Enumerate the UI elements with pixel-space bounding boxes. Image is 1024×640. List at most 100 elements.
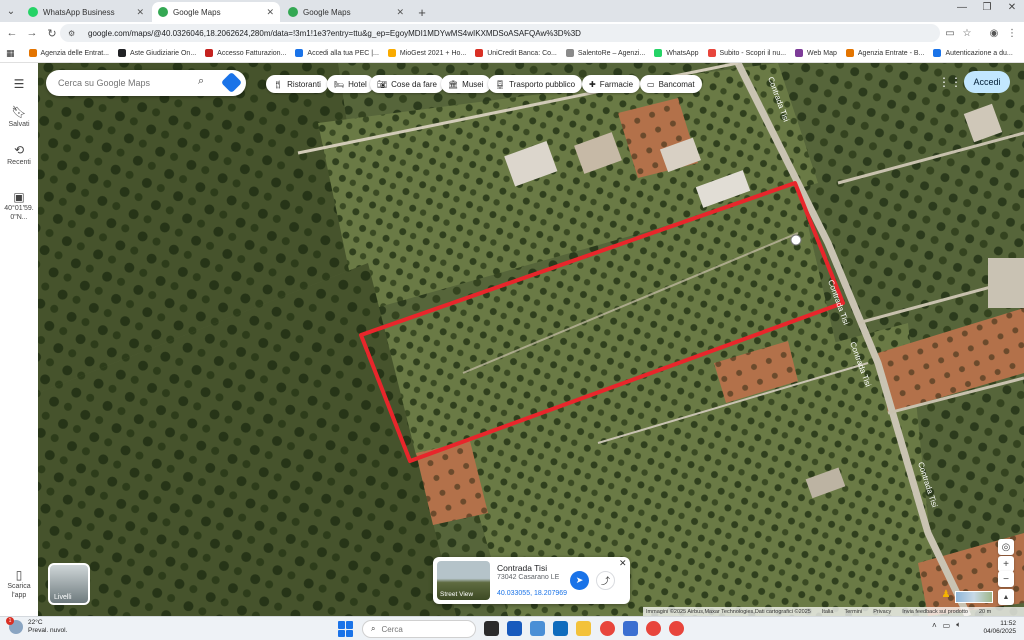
bookmark-salentore[interactable]: SalentoRe – Agenzi... [565, 49, 645, 57]
search-icon[interactable]: ⌕ [198, 75, 204, 88]
pegman-icon[interactable]: ♟ [940, 589, 952, 603]
teams-icon[interactable] [530, 621, 545, 636]
taskbar-search[interactable]: ⌕ [362, 620, 476, 638]
file-explorer-icon[interactable] [576, 621, 591, 636]
windows-start-icon[interactable] [338, 621, 354, 637]
close-tab-icon[interactable]: ✕ [136, 7, 144, 18]
chrome-icon[interactable] [646, 621, 661, 636]
directions-button[interactable]: ➤ [570, 571, 589, 590]
weather-temp: 22°C [28, 619, 43, 626]
volume-icon[interactable]: 🔈︎ [956, 620, 961, 630]
calculator-icon[interactable] [623, 621, 638, 636]
cloud-icon: 1 [6, 617, 23, 634]
satellite-imagery[interactable]: Contrada Tisi Contrada Tisi Contrada Tis… [38, 63, 1024, 616]
street-view-thumbnail[interactable]: Street View [437, 561, 490, 600]
place-marker-icon[interactable] [790, 234, 802, 246]
bookmark-miogest[interactable]: MioGest 2021 + Ho... [387, 49, 467, 57]
share-button[interactable]: ⤴ [596, 571, 615, 590]
bookmark-agenzia-entrate-b[interactable]: Agenzia Entrate - B... [845, 49, 924, 57]
directions-icon[interactable] [220, 71, 243, 94]
tab-search-chevron-icon[interactable]: ⌄ [0, 0, 22, 22]
close-tab-icon[interactable]: ✕ [266, 7, 274, 18]
outlook-icon[interactable] [553, 621, 568, 636]
close-window-icon[interactable]: ✕ [1000, 2, 1024, 13]
share-icon: ⤴ [600, 576, 610, 586]
task-view-icon[interactable] [484, 621, 499, 636]
chip-hotel[interactable]: 🛏︎ Hotel [327, 75, 374, 93]
bookmark-unicredit[interactable]: UniCredit Banca: Co... [475, 49, 557, 57]
imagery-minimap[interactable] [955, 591, 993, 603]
chrome-icon[interactable] [600, 621, 615, 636]
network-icon[interactable]: ▭ [943, 621, 951, 630]
place-coordinates[interactable]: 40.033055, 18.207969 [497, 590, 567, 597]
clock-time: 11:52 [1000, 620, 1016, 627]
privacy-link[interactable]: Privacy [873, 609, 891, 615]
search-input[interactable] [58, 78, 188, 88]
address-bar[interactable]: ⚙ google.com/maps/@40.0326046,18.2062624… [60, 24, 940, 42]
minimize-icon[interactable]: — [950, 2, 974, 13]
bookmark-web-map[interactable]: Web Map [795, 49, 837, 57]
tab-whatsapp-business[interactable]: WhatsApp Business ✕ [22, 2, 150, 22]
profile-icon[interactable]: ◉ [986, 25, 1002, 41]
saved-button[interactable]: 🔖︎ Salvati [0, 105, 38, 128]
whatsapp-icon [654, 49, 663, 57]
recent-place-coords[interactable]: ▣ 40°01'59. 0"N... [0, 191, 38, 222]
forward-arrow-icon[interactable]: → [22, 23, 42, 43]
zoom-out-button[interactable]: − [998, 571, 1014, 587]
maps-search-box[interactable]: ⌕ [46, 70, 246, 96]
download-app-button[interactable]: ▯ Scarica l'app [0, 569, 38, 600]
chip-bancomat[interactable]: ▭ Bancomat [640, 75, 702, 93]
country-link[interactable]: Italia [822, 609, 834, 615]
expand-imagery-icon[interactable]: ▲ [998, 589, 1014, 605]
google-apps-icon[interactable]: ⋮⋮ [938, 75, 962, 89]
weather-widget[interactable]: 1 22°C Preval. nuvol. [6, 617, 67, 635]
chip-ristoranti[interactable]: 🍴︎ Ristoranti [266, 75, 328, 93]
chip-musei[interactable]: 🏛︎ Musei [441, 75, 491, 93]
place-card[interactable]: Street View Contrada Tisi 73042 Casarano… [433, 557, 630, 604]
new-tab-button[interactable]: + [412, 2, 432, 22]
sign-in-button[interactable]: Accedi [964, 71, 1010, 93]
bookmark-star-icon[interactable]: ☆ [959, 25, 975, 41]
site-info-icon[interactable]: ⚙ [68, 29, 80, 38]
bookmark-autenticazione[interactable]: Autenticazione a du... [933, 49, 1013, 57]
close-card-icon[interactable]: ✕ [619, 558, 627, 569]
my-location-icon[interactable]: ◎ [998, 539, 1014, 555]
chip-trasporto-pubblico[interactable]: 🚆︎ Trasporto pubblico [488, 75, 583, 93]
bookmark-label: MioGest 2021 + Ho... [399, 49, 467, 57]
scale-label[interactable]: 20 m [979, 609, 991, 615]
chrome-icon[interactable] [669, 621, 684, 636]
satellite-map[interactable]: Contrada Tisi Contrada Tisi Contrada Tis… [38, 63, 1024, 616]
browser-menu-icon[interactable]: ⋮ [1004, 25, 1020, 41]
maximize-icon[interactable]: ❐ [975, 2, 999, 13]
clock[interactable]: 11:52 04/06/2025 [980, 620, 1016, 636]
bookmark-aste-giudiziarie[interactable]: Aste Giudiziarie On... [118, 49, 196, 57]
bookmark-accesso-fatturazione[interactable]: Accesso Fatturazion... [205, 49, 286, 57]
word-icon[interactable] [507, 621, 522, 636]
chip-farmacie[interactable]: ✚ Farmacie [582, 75, 641, 93]
transit-icon: 🚆︎ [495, 79, 506, 89]
bookmark-pec[interactable]: Accedi alla tua PEC |... [295, 49, 379, 57]
layers-button[interactable]: Livelli [48, 563, 90, 605]
street-view-label: Street View [440, 591, 474, 598]
install-app-icon[interactable]: ▭ [942, 25, 958, 41]
taskbar-search-input[interactable] [381, 624, 462, 634]
bookmark-favicon [795, 49, 804, 57]
bookmark-agenzia-entrate[interactable]: Agenzia delle Entrat... [28, 49, 109, 57]
menu-hamburger-icon[interactable]: ☰ [0, 77, 38, 93]
terms-link[interactable]: Termini [844, 609, 862, 615]
back-arrow-icon[interactable]: ← [2, 23, 22, 43]
apps-grid-icon[interactable]: ▦ [6, 48, 15, 59]
reload-icon[interactable]: ↻ [42, 23, 62, 43]
tab-google-maps[interactable]: Google Maps ✕ [282, 2, 410, 22]
chevron-up-icon[interactable]: ˄ [932, 621, 937, 630]
zoom-in-button[interactable]: + [998, 556, 1014, 572]
chip-cose-da-fare[interactable]: 📷︎ Cose da fare [370, 75, 444, 93]
feedback-link[interactable]: Invia feedback sul prodotto [902, 609, 968, 615]
chip-label: Musei [462, 79, 484, 89]
recent-label: Recenti [7, 159, 31, 166]
bookmark-subito[interactable]: Subito - Scopri il nu... [707, 49, 786, 57]
bookmark-whatsapp[interactable]: WhatsApp [654, 49, 699, 57]
close-tab-icon[interactable]: ✕ [396, 7, 404, 18]
recent-button[interactable]: ⟲ Recenti [0, 143, 38, 166]
tab-google-maps-active[interactable]: Google Maps ✕ [152, 2, 280, 22]
